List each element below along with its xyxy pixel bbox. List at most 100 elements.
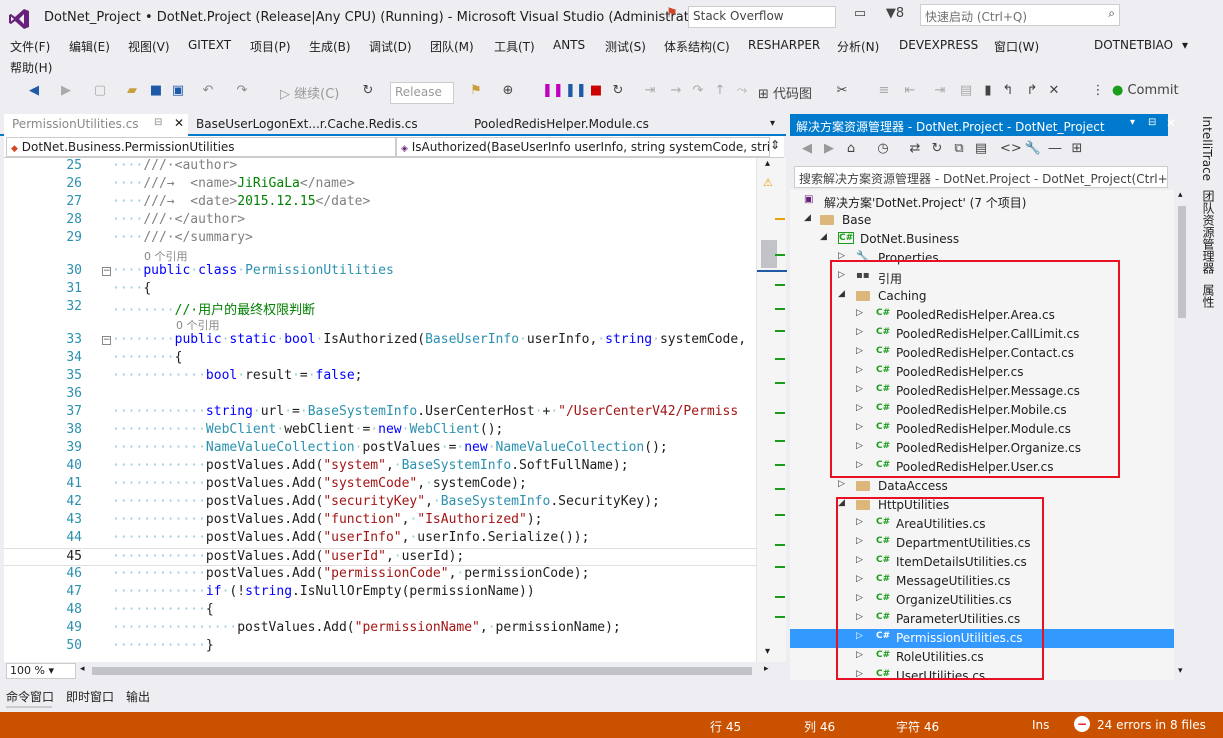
- expanded-arrow-icon[interactable]: ◢: [804, 213, 816, 223]
- pin-icon[interactable]: ⊟: [154, 117, 162, 128]
- open-file-icon[interactable]: ▰: [122, 83, 142, 103]
- quick-launch-input[interactable]: 快速启动 (Ctrl+Q) ⌕: [920, 4, 1120, 26]
- scroll-up-icon[interactable]: ▴: [1178, 190, 1183, 200]
- menu-window[interactable]: 窗口(W): [994, 38, 1039, 55]
- step-into-icon[interactable]: →: [668, 83, 684, 103]
- side-tab-team-explorer[interactable]: 团队资源管理器: [1200, 190, 1217, 274]
- show-all-files-icon[interactable]: ▤: [972, 141, 990, 161]
- forward-icon[interactable]: ▶: [820, 141, 838, 161]
- outdent-icon[interactable]: ⇥: [930, 83, 950, 103]
- undo-icon[interactable]: ↶: [198, 83, 218, 103]
- collapsed-arrow-icon[interactable]: ▷: [838, 479, 850, 489]
- menu-overflow-icon[interactable]: ▾: [1182, 38, 1188, 52]
- debug-location-icon[interactable]: ⊕: [498, 83, 518, 103]
- save-icon[interactable]: ■: [146, 83, 166, 103]
- solution-config-select[interactable]: Release: [390, 82, 454, 104]
- menu-file[interactable]: 文件(F): [10, 38, 50, 55]
- class-combo[interactable]: ◆ DotNet.Business.PermissionUtilities: [6, 137, 396, 157]
- menu-tools[interactable]: 工具(T): [494, 38, 535, 55]
- solution-tree-scrollbar[interactable]: ▴ ▾: [1174, 190, 1190, 680]
- restart-icon[interactable]: ↻: [610, 83, 626, 103]
- menu-project[interactable]: 项目(P): [250, 38, 291, 55]
- refresh-icon[interactable]: ↻: [356, 83, 380, 103]
- pending-changes-icon[interactable]: ◷: [874, 141, 892, 161]
- save-all-icon[interactable]: ▣: [168, 83, 188, 103]
- editor-scrollbar[interactable]: ▴ ⚠ ▾: [756, 158, 787, 662]
- tree-folder-dataaccess[interactable]: ▷ DataAccess: [790, 477, 1174, 496]
- commit-button[interactable]: ● Commit: [1112, 83, 1186, 103]
- menu-edit[interactable]: 编辑(E): [69, 38, 110, 55]
- scroll-up-icon[interactable]: ▴: [765, 158, 770, 169]
- reference-hint[interactable]: 0 个引用: [144, 248, 188, 264]
- tree-folder-base[interactable]: ◢ Base: [790, 211, 1174, 230]
- close-icon[interactable]: ✕: [174, 116, 184, 130]
- back-icon[interactable]: ◀: [24, 83, 44, 103]
- feedback-icon[interactable]: ⚑: [662, 6, 682, 26]
- step-over-icon[interactable]: ↷: [690, 83, 706, 103]
- find-icon[interactable]: ⚑: [466, 83, 486, 103]
- warning-icon[interactable]: ⚠: [763, 176, 773, 189]
- stack-overflow-search[interactable]: Stack Overflow: [688, 6, 836, 28]
- notification-icon[interactable]: ▭: [850, 6, 870, 26]
- tab-permission-utilities[interactable]: PermissionUtilities.cs ⊟ ✕: [4, 114, 188, 136]
- tab-base-user-logon[interactable]: BaseUserLogonExt...r.Cache.Redis.cs: [188, 114, 418, 136]
- refresh-icon[interactable]: ↻: [928, 141, 946, 161]
- code-map-button[interactable]: ⊞ 代码图: [758, 83, 822, 103]
- menu-devexpress[interactable]: DEVEXPRESS: [899, 38, 978, 52]
- collapse-all-icon[interactable]: ⧉: [950, 141, 968, 161]
- solution-explorer-search[interactable]: 搜索解决方案资源管理器 - DotNet.Project - DotNet_Pr…: [794, 166, 1168, 188]
- more-icon[interactable]: ⋮: [1090, 83, 1106, 103]
- menu-help[interactable]: 帮助(H): [10, 59, 52, 76]
- menu-view[interactable]: 视图(V): [128, 38, 170, 55]
- side-tab-intellitrace[interactable]: IntelliTrace: [1200, 116, 1214, 181]
- side-tab-properties[interactable]: 属性: [1200, 284, 1217, 308]
- view-code-icon[interactable]: <>: [1000, 141, 1022, 161]
- code-editor[interactable]: 25 ····///·<author> 26 ····///→ <name>JiRi…: [4, 158, 756, 662]
- menu-analyze[interactable]: 分析(N): [837, 38, 879, 55]
- menu-team[interactable]: 团队(M): [430, 38, 474, 55]
- menu-dotnetbiao[interactable]: DOTNETBIAO: [1094, 38, 1173, 52]
- menu-debug[interactable]: 调试(D): [369, 38, 412, 55]
- menu-gitext[interactable]: GITEXT: [188, 38, 231, 52]
- split-icon[interactable]: ⇕: [770, 138, 780, 152]
- redo-icon[interactable]: ↷: [232, 83, 252, 103]
- continue-button[interactable]: ▷ 继续(C): [280, 83, 360, 103]
- align-icon[interactable]: ≡: [874, 83, 894, 103]
- notification-flag-icon[interactable]: ▼8: [880, 6, 910, 26]
- home-icon[interactable]: ⌂: [842, 141, 860, 161]
- status-errors[interactable]: 24 errors in 8 files: [1097, 718, 1206, 732]
- expanded-arrow-icon[interactable]: ◢: [820, 232, 832, 242]
- break-all-icon[interactable]: ❚❚: [542, 83, 564, 103]
- tab-output[interactable]: 输出: [126, 688, 150, 705]
- properties-icon[interactable]: 🔧: [1024, 141, 1042, 161]
- menu-build[interactable]: 生成(B): [309, 38, 351, 55]
- zoom-select[interactable]: 100 % ▾: [6, 663, 76, 679]
- menu-ants[interactable]: ANTS: [553, 38, 585, 52]
- window-menu-icon[interactable]: ▾: [1130, 117, 1135, 128]
- scroll-thumb[interactable]: [1178, 206, 1186, 318]
- class-diagram-icon[interactable]: ⊞: [1068, 141, 1086, 161]
- sync-icon[interactable]: ⇄: [906, 141, 924, 161]
- tree-solution[interactable]: ▣ 解决方案'DotNet.Project' (7 个项目): [790, 192, 1174, 211]
- hex-icon[interactable]: ⤳: [734, 83, 750, 103]
- member-combo[interactable]: ◈ IsAuthorized(BaseUserInfo userInfo, st…: [396, 137, 770, 157]
- preview-icon[interactable]: ―: [1046, 141, 1064, 161]
- scroll-right-icon[interactable]: ▸: [764, 664, 769, 674]
- back-icon[interactable]: ◀: [798, 141, 816, 161]
- scroll-left-icon[interactable]: ◂: [80, 664, 85, 674]
- menu-test[interactable]: 测试(S): [605, 38, 646, 55]
- tab-immediate-window[interactable]: 即时窗口: [66, 688, 114, 705]
- close-icon[interactable]: ✕: [1166, 116, 1176, 130]
- bookmark-icon[interactable]: ▮: [980, 83, 996, 103]
- horizontal-scroll-thumb[interactable]: [92, 667, 752, 675]
- tools-icon[interactable]: ✂: [832, 83, 852, 103]
- step-out-icon[interactable]: ↑: [712, 83, 728, 103]
- tab-pooled-redis-module[interactable]: PooledRedisHelper.Module.cs: [466, 114, 666, 136]
- next-bookmark-icon[interactable]: ↱: [1024, 83, 1040, 103]
- scroll-down-icon[interactable]: ▾: [1178, 666, 1183, 676]
- tree-project[interactable]: ◢ C# DotNet.Business: [790, 230, 1174, 249]
- scroll-down-icon[interactable]: ▾: [765, 646, 770, 657]
- forward-icon[interactable]: ▶: [56, 83, 76, 103]
- menu-resharper[interactable]: RESHARPER: [748, 38, 820, 52]
- prev-bookmark-icon[interactable]: ↰: [1000, 83, 1016, 103]
